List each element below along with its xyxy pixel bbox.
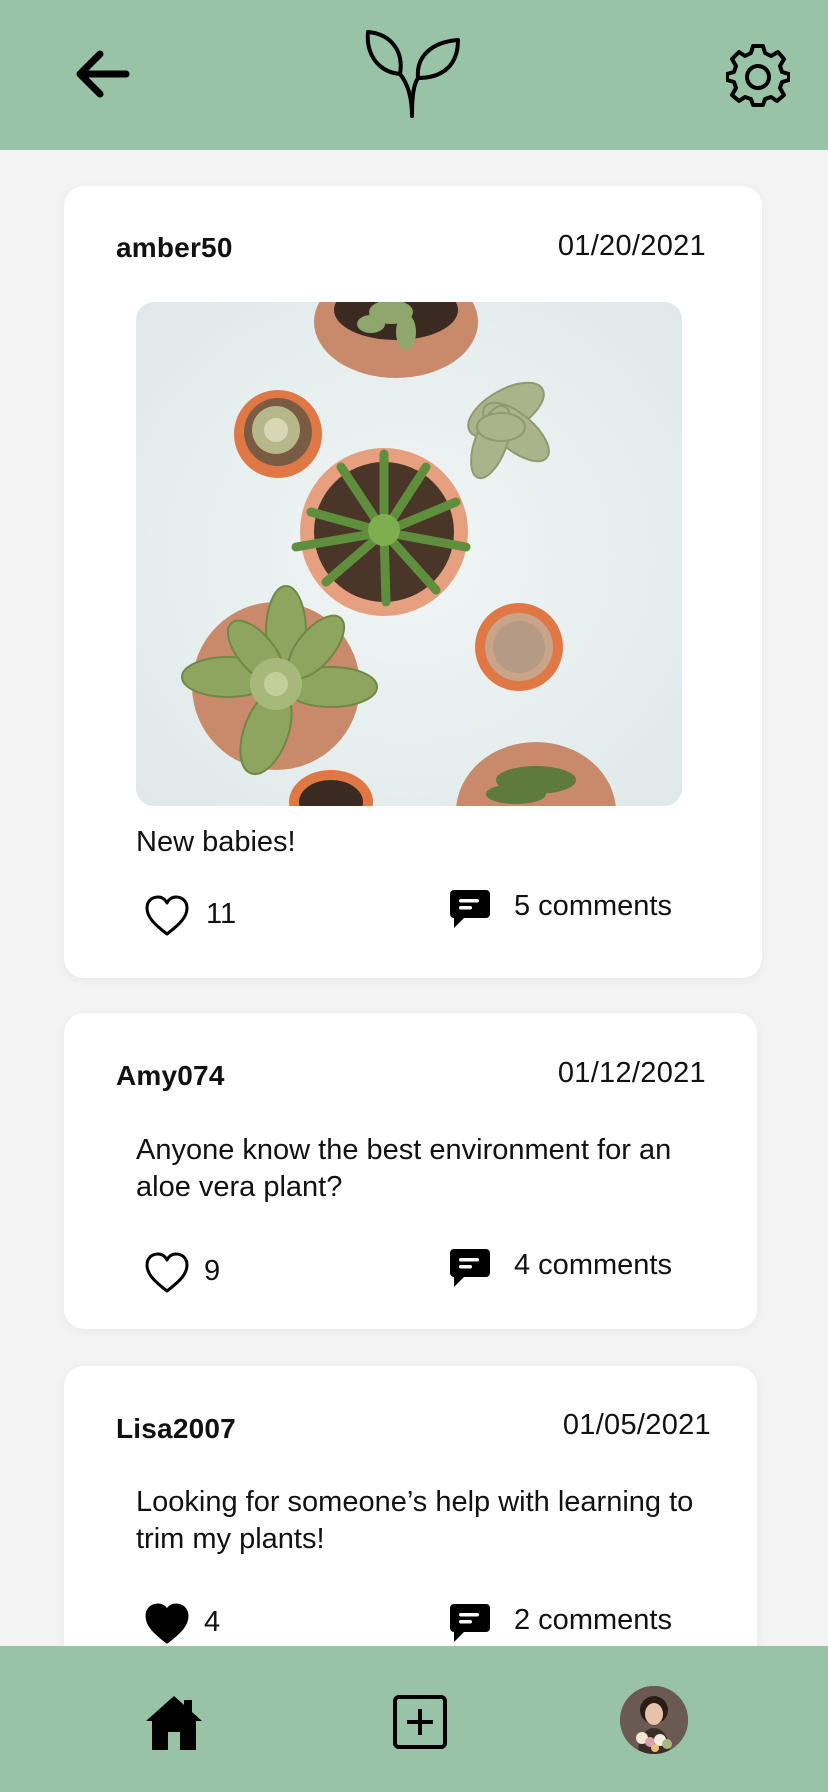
succulents-photo [136,302,682,806]
comment-icon [450,890,490,928]
heart-filled-icon [145,1603,189,1644]
sprout-icon [365,30,460,118]
avatar [620,1686,688,1754]
comment-count: 2 comments [514,1604,672,1636]
arrow-left-icon [76,50,130,98]
post-caption: New babies! [136,826,296,858]
comment-icon [450,1249,490,1287]
post-date: 01/12/2021 [557,1057,706,1089]
post-username[interactable]: amber50 [116,232,233,264]
heart-outline-icon [145,895,189,936]
comment-count: 4 comments [514,1249,672,1281]
home-button[interactable] [144,1694,204,1752]
like-count: 11 [206,898,237,930]
sprout-logo [362,28,466,120]
comment-count: 5 comments [514,890,672,922]
comment-icon [450,1604,490,1642]
post-card[interactable]: amber50 01/20/2021 New babies! 11 5 comm… [64,186,762,978]
gear-icon [725,44,791,107]
like-count: 4 [204,1606,221,1638]
post-username[interactable]: Lisa2007 [116,1413,236,1445]
settings-button[interactable] [725,44,791,108]
top-app-bar [0,0,828,150]
heart-outline-icon [145,1252,189,1293]
post-text: Looking for someone’s help with learning… [136,1486,694,1555]
add-post-button[interactable] [392,1694,448,1750]
post-photo[interactable] [136,302,682,806]
post-card[interactable]: Amy074 01/12/2021 Anyone know the best e… [64,1013,757,1329]
add-post-icon [393,1695,447,1749]
back-button[interactable] [70,44,134,104]
post-text: Anyone know the best environment for an … [136,1134,672,1203]
post-date: 01/05/2021 [562,1409,711,1441]
like-count: 9 [204,1255,221,1287]
profile-button[interactable] [620,1686,688,1754]
post-date: 01/20/2021 [557,230,706,262]
bottom-nav [0,1646,828,1792]
home-icon [146,1696,202,1750]
post-username[interactable]: Amy074 [116,1060,225,1092]
